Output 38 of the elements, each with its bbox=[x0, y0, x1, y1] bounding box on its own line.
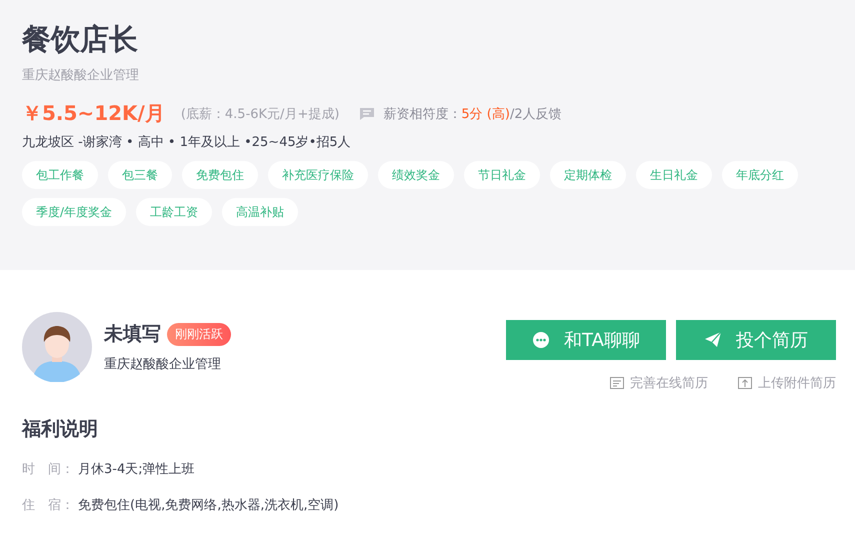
paper-plane-icon bbox=[704, 331, 722, 349]
benefit-tag: 节日礼金 bbox=[464, 161, 540, 189]
benefit-tag: 生日礼金 bbox=[636, 161, 712, 189]
benefit-tag: 工龄工资 bbox=[136, 198, 212, 226]
benefit-tag: 包三餐 bbox=[108, 161, 172, 189]
match-score: 5分 (高) bbox=[461, 106, 510, 122]
benefit-tag: 补充医疗保险 bbox=[268, 161, 368, 189]
benefit-tag: 绩效奖金 bbox=[378, 161, 454, 189]
chat-bubble-icon bbox=[532, 331, 550, 349]
field-label: 住 宿： bbox=[22, 497, 75, 514]
avatar bbox=[22, 312, 92, 382]
upload-resume-link[interactable]: 上传附件简历 bbox=[738, 374, 836, 392]
benefit-tag: 定期体检 bbox=[550, 161, 626, 189]
recruiter-company: 重庆赵酸酸企业管理 bbox=[104, 356, 222, 373]
activity-badge: 刚刚活跃 bbox=[167, 322, 231, 346]
upload-icon bbox=[738, 377, 752, 389]
benefit-tag: 免费包住 bbox=[182, 161, 258, 189]
field-label: 时 间： bbox=[22, 461, 75, 478]
benefit-tag: 高温补贴 bbox=[222, 198, 298, 226]
benefit-tag: 季度/年度奖金 bbox=[22, 198, 126, 226]
feedback-count: /2人反馈 bbox=[510, 106, 562, 122]
job-details: 九龙坡区 -谢家湾 • 高中 • 1年及以上 •25~45岁•招5人 bbox=[22, 134, 352, 151]
match-label: 薪资相符度： bbox=[383, 106, 462, 122]
comment-icon bbox=[359, 106, 376, 120]
field-value: 免费包住(电视,免费网络,热水器,洗衣机,空调) bbox=[78, 498, 339, 513]
apply-button[interactable]: 投个简历 bbox=[676, 320, 836, 360]
company-name: 重庆赵酸酸企业管理 bbox=[22, 67, 140, 84]
resume-link[interactable]: 完善在线简历 bbox=[610, 374, 708, 392]
document-icon bbox=[610, 377, 624, 389]
section-title: 福利说明 bbox=[22, 417, 99, 442]
salary: ￥5.5~12K/月 bbox=[22, 100, 165, 127]
benefit-tag: 年底分红 bbox=[722, 161, 798, 189]
job-title: 餐饮店长 bbox=[22, 21, 139, 58]
recruiter-name: 未填写 bbox=[104, 322, 161, 347]
benefit-tag: 包工作餐 bbox=[22, 161, 98, 189]
base-salary: (底薪：4.5-6K元/月+提成) bbox=[180, 106, 340, 122]
chat-button[interactable]: 和TA聊聊 bbox=[506, 320, 666, 360]
field-value: 月休3-4天;弹性上班 bbox=[78, 462, 195, 477]
